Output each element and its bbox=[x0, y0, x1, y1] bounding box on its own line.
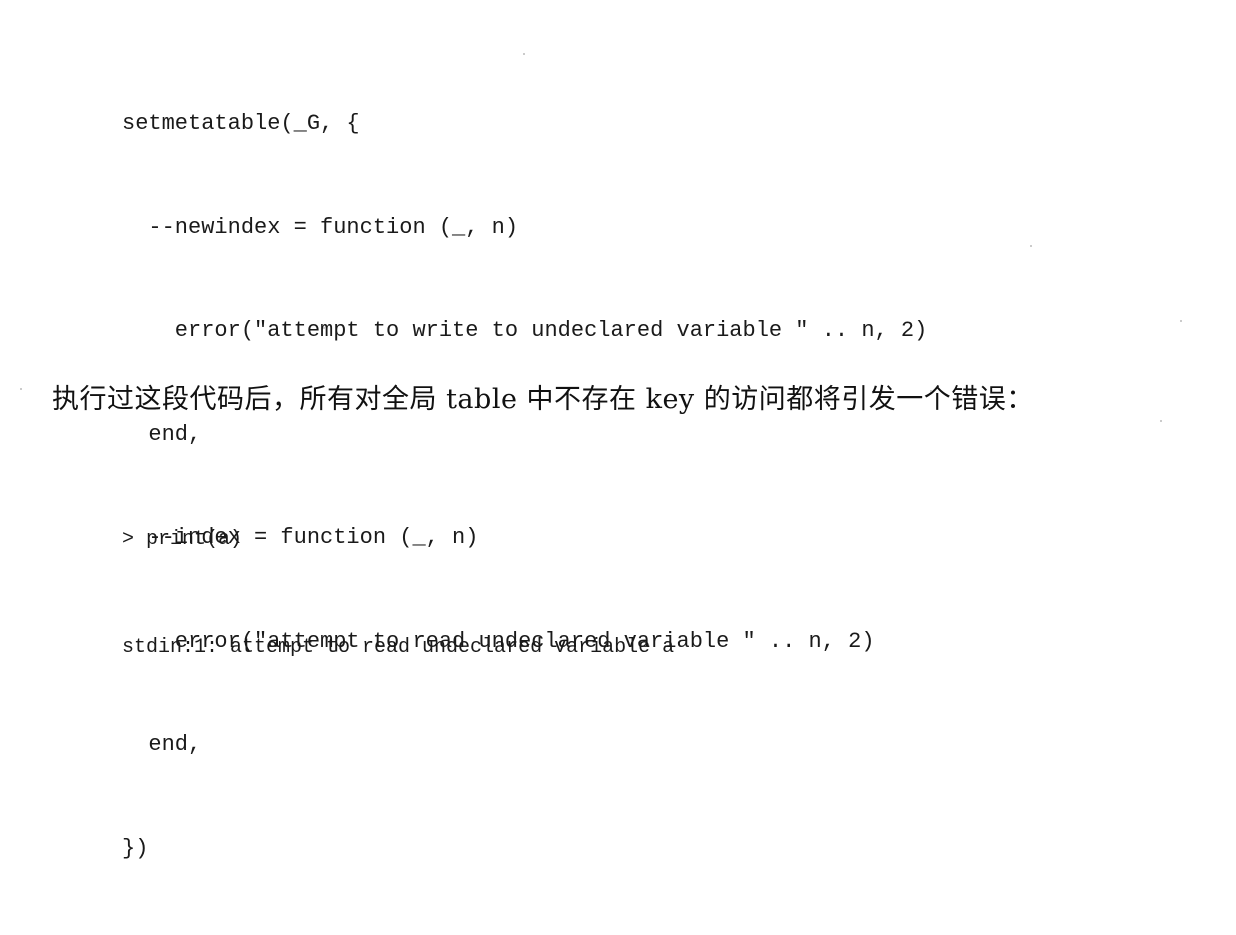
scan-speck bbox=[1180, 320, 1182, 322]
scan-speck bbox=[523, 53, 525, 55]
code-line: error("attempt to write to undeclared va… bbox=[122, 318, 928, 343]
code-line: }) bbox=[122, 835, 149, 861]
console-line: > print(a) bbox=[122, 528, 243, 551]
book-page: setmetatable(_G, { --newindex = function… bbox=[0, 0, 1236, 861]
scan-speck bbox=[1030, 245, 1032, 247]
console-line: stdin:1: attempt to read undeclared vari… bbox=[122, 636, 675, 659]
code-line: end, bbox=[122, 421, 202, 447]
code-line: setmetatable(_G, { bbox=[122, 111, 360, 136]
scan-speck bbox=[20, 388, 22, 390]
body-paragraph: 执行过这段代码后，所有对全局 table 中不存在 key 的访问都将引发一个错… bbox=[52, 384, 1034, 415]
scan-speck bbox=[930, 390, 932, 392]
code-line: --newindex = function (_, n) bbox=[122, 214, 519, 240]
scan-speck bbox=[1160, 420, 1162, 422]
scan-speck bbox=[323, 327, 325, 329]
console-output: > print(a) stdin:1: attempt to read unde… bbox=[122, 450, 674, 738]
